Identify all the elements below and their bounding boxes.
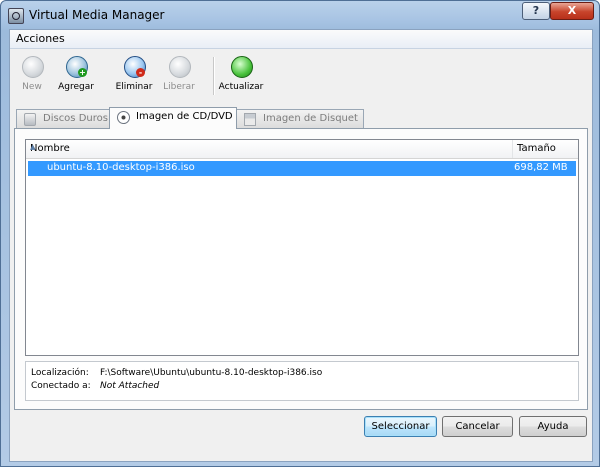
select-button[interactable]: Seleccionar [364,416,437,437]
column-name-label: Nombre [30,143,70,154]
toolbar: New + Agregar - Eliminar Liberar Actuali… [10,49,592,99]
new-button[interactable]: New [12,53,52,97]
release-label: Liberar [163,82,195,92]
list-header: Nombre ▲ Tamaño [26,140,578,159]
location-value: F:\Software\Ubuntu\ubuntu-8.10-desktop-i… [100,368,323,378]
toolbar-separator [213,57,215,95]
floppy-icon [244,113,256,126]
delete-disk-icon: - [124,56,146,78]
tab-cd-dvd[interactable]: Imagen de CD/DVD [109,107,237,129]
row-name: ubuntu-8.10-desktop-i386.iso [47,162,195,173]
tab-cd-dvd-label: Imagen de CD/DVD [136,111,233,122]
info-pane: Localización: F:\Software\Ubuntu\ubuntu-… [25,361,579,401]
location-label: Localización: [31,368,89,378]
refresh-label: Actualizar [218,82,264,92]
tab-hard-disks-label: Discos Duros [43,113,108,124]
column-header-size[interactable]: Tamaño [513,140,578,158]
add-disk-icon: + [66,56,88,78]
tab-floppy-label: Imagen de Disquet [263,113,358,124]
title-bar[interactable]: Virtual Media Manager ? X [1,1,599,29]
media-list[interactable]: Nombre ▲ Tamaño ubuntu-8.10-desktop-i386… [25,139,579,356]
add-label: Agregar [58,82,94,92]
delete-button[interactable]: - Eliminar [112,53,156,97]
help-title-button[interactable]: ? [522,2,550,20]
column-header-name[interactable]: Nombre ▲ [26,140,513,158]
tab-hard-disks[interactable]: Discos Duros [16,109,110,128]
new-disk-icon [22,56,44,78]
help-button[interactable]: Ayuda [519,416,587,437]
minus-icon: - [136,68,145,77]
release-button[interactable]: Liberar [157,53,201,97]
new-label: New [22,82,42,92]
attached-label: Conectado a: [31,381,91,391]
tab-panel: Nombre ▲ Tamaño ubuntu-8.10-desktop-i386… [14,128,588,410]
refresh-icon [231,56,253,78]
app-icon [8,8,24,24]
row-size: 698,82 MB [514,162,568,173]
menu-acciones[interactable]: Acciones [16,32,65,45]
cd-dvd-icon [117,111,130,124]
delete-label: Eliminar [115,82,153,92]
window-title: Virtual Media Manager [29,8,165,22]
menu-bar: Acciones [10,30,592,49]
cancel-button[interactable]: Cancelar [442,416,513,437]
dialog-client-area: Acciones New + Agregar - Eliminar Libera… [9,29,593,462]
column-size-label: Tamaño [517,143,556,154]
table-row[interactable]: ubuntu-8.10-desktop-i386.iso 698,82 MB [28,161,576,176]
close-button[interactable]: X [550,2,594,20]
refresh-button[interactable]: Actualizar [216,53,266,97]
release-disk-icon [169,56,191,78]
hard-disk-icon [24,113,36,126]
plus-icon: + [78,68,87,77]
attached-value: Not Attached [100,381,160,391]
tab-floppy[interactable]: Imagen de Disquet [236,109,364,128]
add-button[interactable]: + Agregar [54,53,98,97]
sort-arrow-icon: ▲ [30,143,36,151]
virtual-media-manager-window: Virtual Media Manager ? X Acciones New +… [0,0,600,467]
